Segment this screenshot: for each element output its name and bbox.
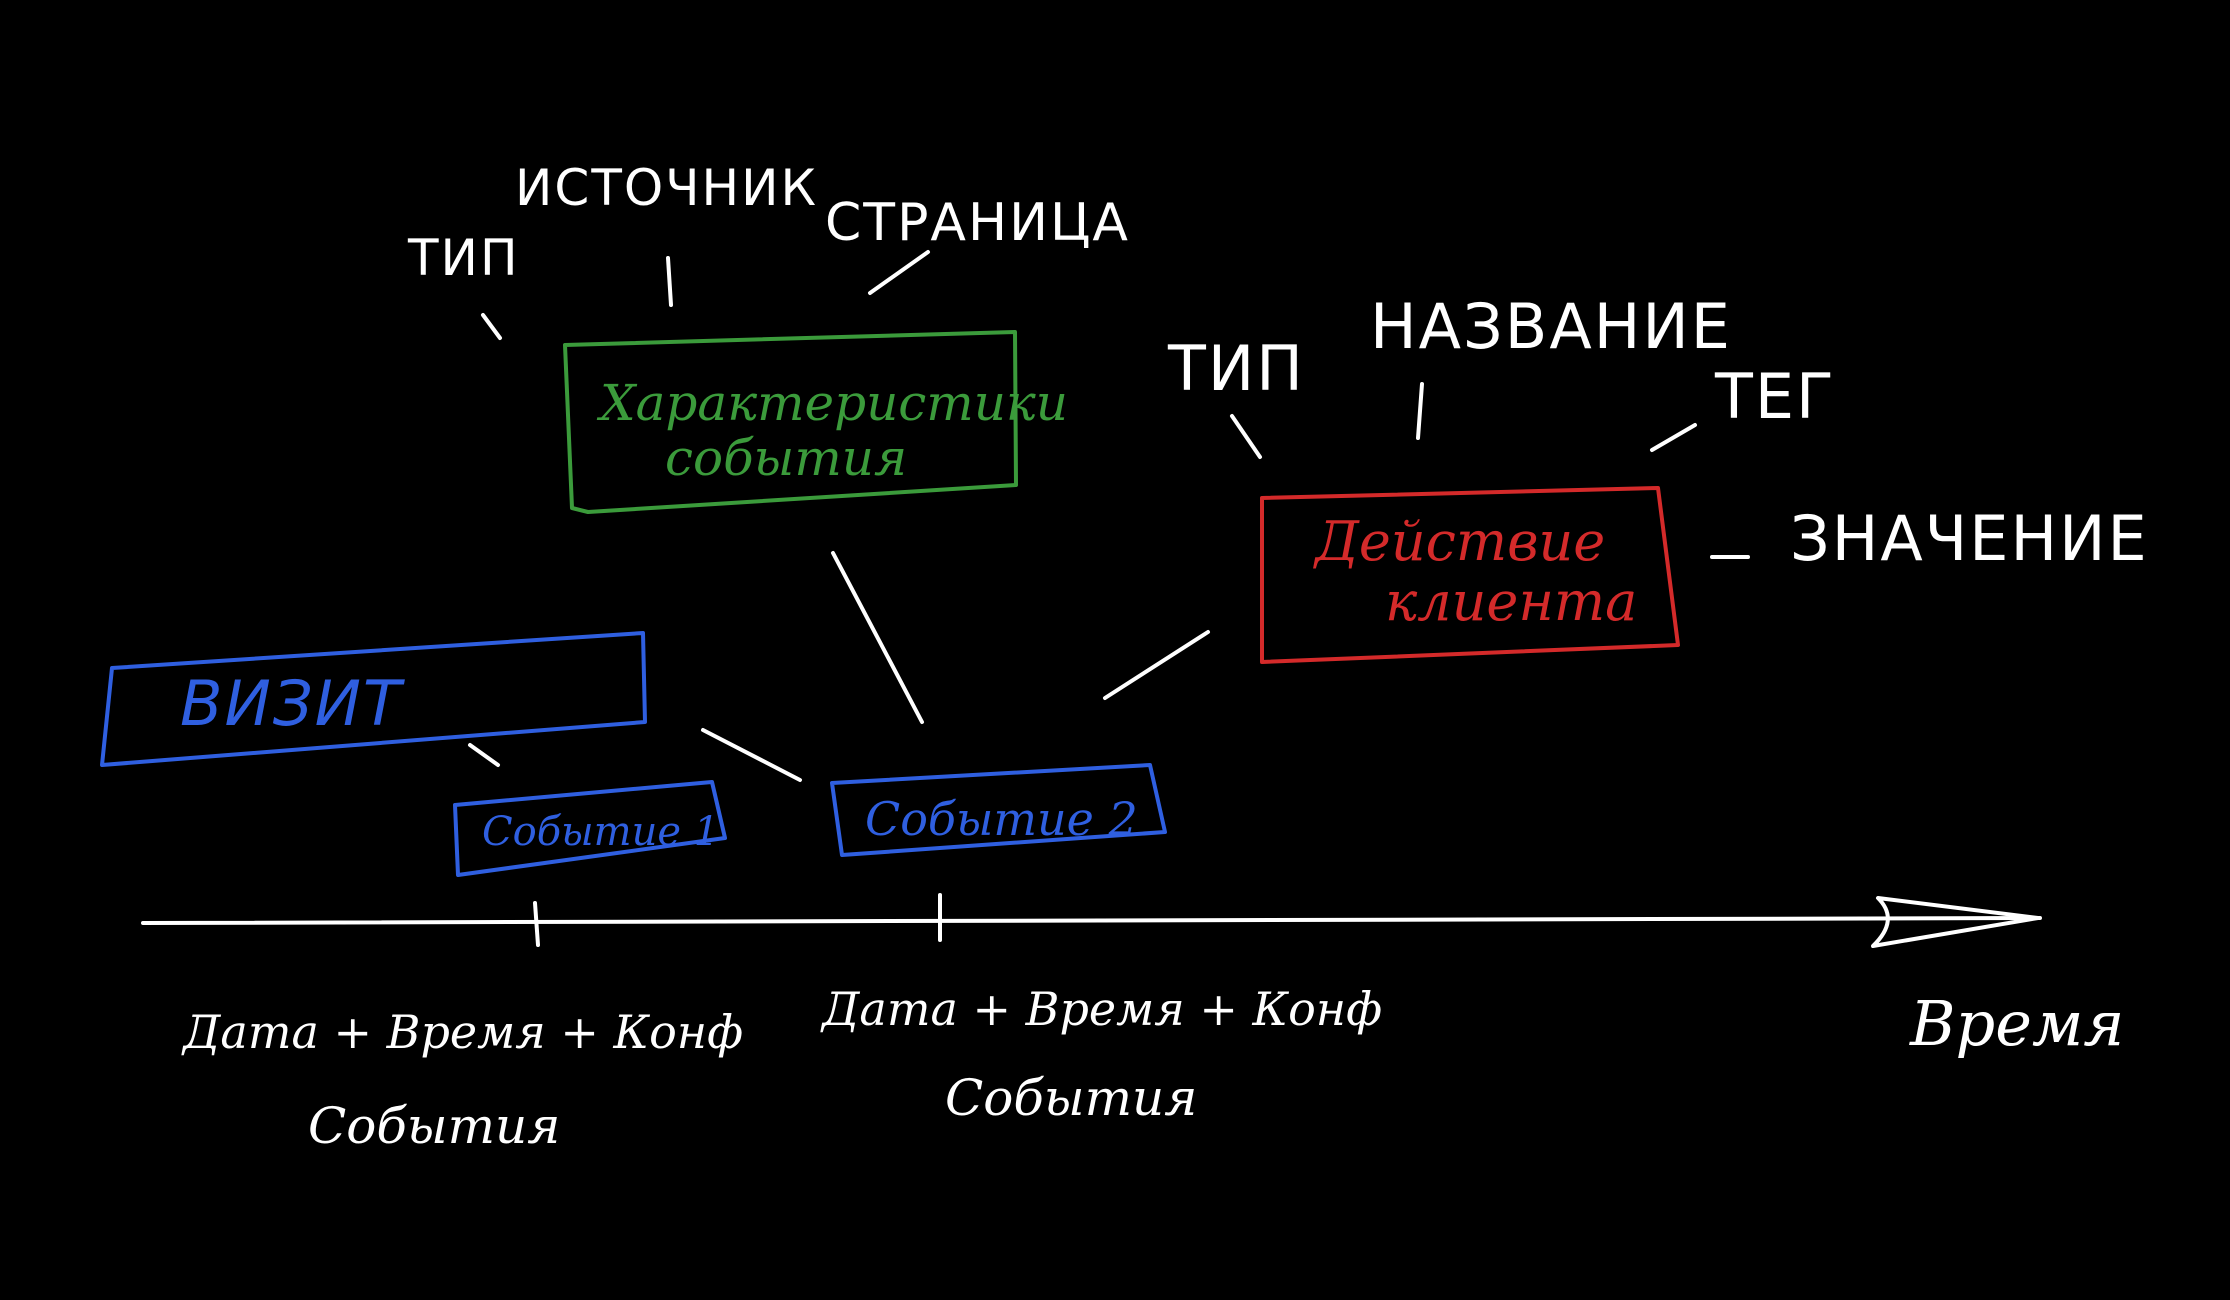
tick1-caption-line1: Дата + Время + Конф	[181, 1005, 743, 1059]
event2-box: Событие 2	[830, 763, 1167, 857]
attribute-source: ИСТОЧНИК	[515, 159, 818, 217]
event1-box: Событие 1	[453, 780, 727, 877]
tick-type-right	[1230, 414, 1262, 459]
tick2-caption-line1: Дата + Время + Конф	[820, 982, 1382, 1036]
visit-label: ВИЗИТ	[180, 667, 405, 740]
connector-visit-event1	[468, 743, 500, 767]
tick-source	[666, 256, 673, 307]
characteristics-label-line2: события	[665, 429, 907, 487]
tick1-caption-line2: События	[308, 1097, 560, 1155]
connector-event2-client-action	[1103, 630, 1210, 700]
attribute-value: ЗНАЧЕНИЕ	[1790, 502, 2149, 575]
characteristics-box: Характеристики события	[563, 330, 1068, 514]
connectors	[468, 551, 1210, 782]
visit-box: ВИЗИТ	[100, 631, 647, 767]
attribute-name: НАЗВАНИЕ	[1370, 290, 1732, 363]
time-axis-arrowhead	[1871, 896, 2040, 948]
whiteboard-diagram: Характеристики события ТИП ИСТОЧНИК СТРА…	[100, 159, 2149, 1155]
characteristics-label-line1: Характеристики	[596, 374, 1068, 432]
tick2-caption-line2: События	[945, 1069, 1197, 1127]
connector-characteristics-event2	[831, 551, 924, 724]
client-action-label-line1: Действие	[1313, 510, 1605, 573]
client-action-label-line2: клиента	[1385, 570, 1637, 633]
attribute-page: СТРАНИЦА	[825, 193, 1130, 253]
time-axis-label: Время	[1909, 987, 2124, 1060]
time-axis-line	[141, 916, 2042, 925]
event2-label: Событие 2	[865, 792, 1138, 846]
tick-name	[1416, 382, 1424, 440]
characteristics-attribute-lines	[481, 250, 930, 340]
time-axis	[141, 893, 2042, 948]
client-action-box: Действие клиента	[1260, 486, 1680, 664]
connector-visit-event2	[701, 728, 802, 782]
attribute-type-right: ТИП	[1167, 332, 1305, 405]
tick-tag	[1650, 423, 1697, 452]
tick-type-left	[481, 313, 502, 340]
attribute-type-left: ТИП	[407, 229, 520, 287]
tick-page	[868, 250, 930, 295]
time-axis-tick-1	[533, 901, 540, 947]
event1-label: Событие 1	[482, 809, 719, 855]
attribute-tag: ТЕГ	[1714, 360, 1836, 433]
